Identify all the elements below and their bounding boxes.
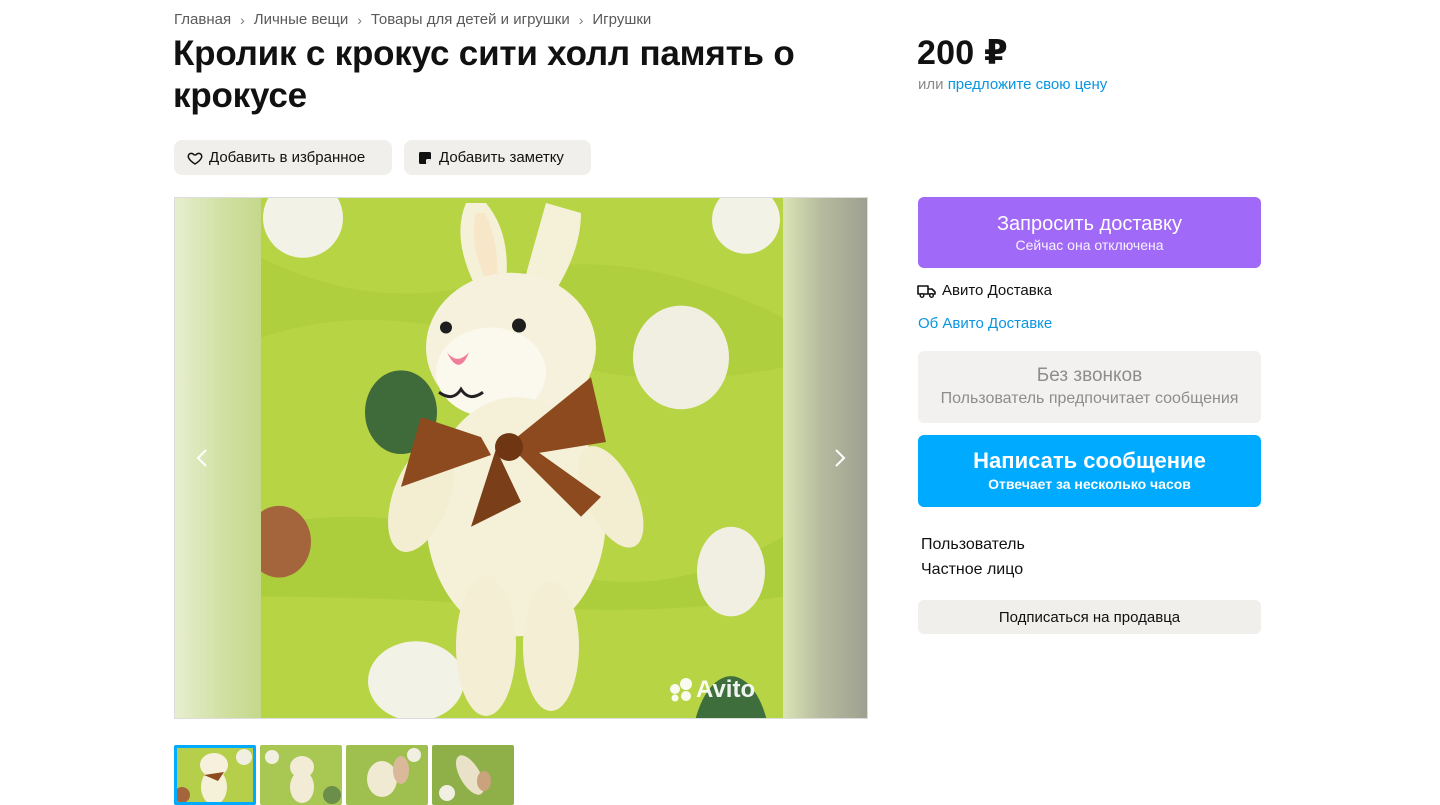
no-calls-title: Без звонков: [1036, 365, 1143, 386]
seller-name[interactable]: Пользователь: [921, 536, 1025, 554]
truck-icon: [917, 284, 936, 298]
add-to-favorites-label: Добавить в избранное: [209, 149, 366, 166]
breadcrumb: Главная › Личные вещи › Товары для детей…: [174, 11, 651, 28]
thumbnail[interactable]: [432, 745, 514, 805]
avito-logo-icon: [670, 678, 692, 702]
send-message-button[interactable]: Написать сообщение Отвечает за несколько…: [918, 435, 1261, 507]
price-or-text: или: [918, 76, 944, 93]
seller-type: Частное лицо: [921, 561, 1024, 578]
avito-watermark: Avito: [668, 676, 755, 704]
breadcrumb-separator: ›: [578, 11, 584, 28]
request-delivery-button[interactable]: Запросить доставку Сейчас она отключена: [918, 197, 1261, 268]
breadcrumb-separator: ›: [240, 11, 245, 28]
breadcrumb-kids-goods[interactable]: Товары для детей и игрушки: [371, 11, 570, 28]
price-offer: или предложите свою цену: [918, 76, 1107, 93]
avito-delivery-info: Авито Доставка: [917, 282, 1052, 299]
request-delivery-title: Запросить доставку: [996, 212, 1183, 235]
send-message-title: Написать сообщение: [973, 448, 1206, 473]
photo-gallery[interactable]: Avito: [174, 197, 868, 719]
make-offer-link[interactable]: предложите свою цену: [948, 76, 1108, 93]
note-icon: [416, 149, 434, 167]
add-note-label: Добавить заметку: [439, 149, 564, 166]
breadcrumb-toys[interactable]: Игрушки: [592, 11, 651, 28]
breadcrumb-separator: ›: [357, 11, 362, 28]
breadcrumb-home[interactable]: Главная: [174, 11, 231, 28]
about-avito-delivery-link[interactable]: Об Авито Доставке: [918, 315, 1052, 332]
thumbnail[interactable]: [174, 745, 256, 805]
breadcrumb-personal-items[interactable]: Личные вещи: [254, 11, 348, 28]
send-message-subtitle: Отвечает за несколько часов: [988, 476, 1191, 492]
no-calls-notice: Без звонков Пользователь предпочитает со…: [918, 351, 1261, 423]
thumbnail-strip: [174, 745, 514, 805]
price: 200 ₽: [917, 34, 1008, 72]
page-title: Кролик с крокус сити холл память о кроку…: [173, 34, 795, 115]
heart-icon: [186, 149, 204, 167]
add-to-favorites-button[interactable]: Добавить в избранное: [174, 140, 392, 175]
avito-delivery-label: Авито Доставка: [942, 282, 1052, 299]
thumbnail[interactable]: [346, 745, 428, 805]
product-photo: [261, 198, 783, 718]
avito-watermark-text: Avito: [696, 676, 756, 703]
thumbnail[interactable]: [260, 745, 342, 805]
no-calls-subtitle: Пользователь предпочитает сообщения: [940, 390, 1239, 407]
subscribe-seller-label: Подписаться на продавца: [998, 608, 1181, 626]
chevron-left-icon[interactable]: [187, 443, 217, 473]
chevron-right-icon[interactable]: [825, 443, 855, 473]
add-note-button[interactable]: Добавить заметку: [404, 140, 591, 175]
subscribe-seller-button[interactable]: Подписаться на продавца: [918, 600, 1261, 634]
request-delivery-subtitle: Сейчас она отключена: [1015, 236, 1164, 253]
